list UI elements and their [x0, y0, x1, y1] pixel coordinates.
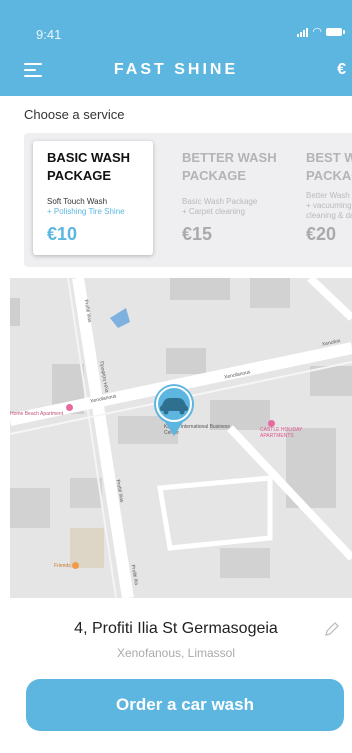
car-location-pin[interactable] — [150, 382, 198, 438]
package-card-best[interactable]: BEST WA PACKAG Better Wash P + vacuuming… — [292, 141, 352, 255]
package-extra: + Polishing Tire Shine — [47, 207, 125, 216]
app-header: 9:41 ◠ FAST SHINE € — [0, 0, 352, 96]
status-time: 9:41 — [36, 27, 62, 42]
poi-pin-icon — [268, 420, 275, 427]
map-poi-label: Friends — [54, 562, 80, 569]
status-indicators: ◠ — [297, 26, 345, 38]
package-name: BASIC WASH PACKAGE — [47, 150, 131, 183]
poi-pin-icon — [72, 562, 80, 569]
poi-name: Friends — [54, 562, 71, 569]
service-prompt: Choose a service — [24, 107, 125, 122]
poi-name: CASTLE HOLIDAY APARTMENTS — [260, 427, 303, 439]
package-name: BEST WA PACKAG — [306, 150, 352, 183]
app-title: FAST SHINE — [113, 61, 239, 78]
package-name: BETTER WASH PACKAGE — [182, 150, 277, 183]
package-desc: Basic Wash Package — [182, 197, 258, 206]
map-poi-label: CASTLE HOLIDAY APARTMENTS — [260, 420, 330, 439]
currency-button[interactable]: € — [337, 61, 346, 79]
package-price: €15 — [182, 224, 213, 244]
package-price: €10 — [47, 224, 78, 244]
package-desc: Soft Touch Wash — [47, 197, 108, 206]
poi-name: Home Beach Apartment — [10, 411, 64, 417]
package-extra: + vacuuming cleaning & da — [306, 201, 352, 220]
signal-icon — [297, 27, 309, 37]
service-section: Choose a service BASIC WASH PACKAGE Soft… — [0, 96, 352, 274]
edit-pencil-icon[interactable] — [324, 621, 340, 637]
package-desc: Better Wash P — [306, 191, 352, 200]
package-card-basic[interactable]: BASIC WASH PACKAGE Soft Touch Wash + Pol… — [33, 141, 153, 255]
address-area: Xenofanous, Limassol — [116, 646, 236, 660]
battery-icon — [326, 28, 345, 36]
poi-pin-icon — [66, 404, 73, 411]
package-price: €20 — [306, 224, 337, 244]
package-carousel[interactable]: BASIC WASH PACKAGE Soft Touch Wash + Pol… — [24, 133, 352, 267]
wifi-icon: ◠ — [312, 26, 322, 38]
address-street: 4, Profiti Ilia St Germasogeia — [74, 620, 278, 637]
address-panel: 4, Profiti Ilia St Germasogeia Xenofanou… — [0, 598, 352, 753]
package-card-better[interactable]: BETTER WASH PACKAGE Basic Wash Package +… — [168, 141, 286, 255]
map-poi-label: Home Beach Apartment — [10, 404, 73, 417]
order-car-wash-button[interactable]: Order a car wash — [26, 679, 344, 731]
package-extra: + Carpet cleaning — [182, 207, 245, 216]
